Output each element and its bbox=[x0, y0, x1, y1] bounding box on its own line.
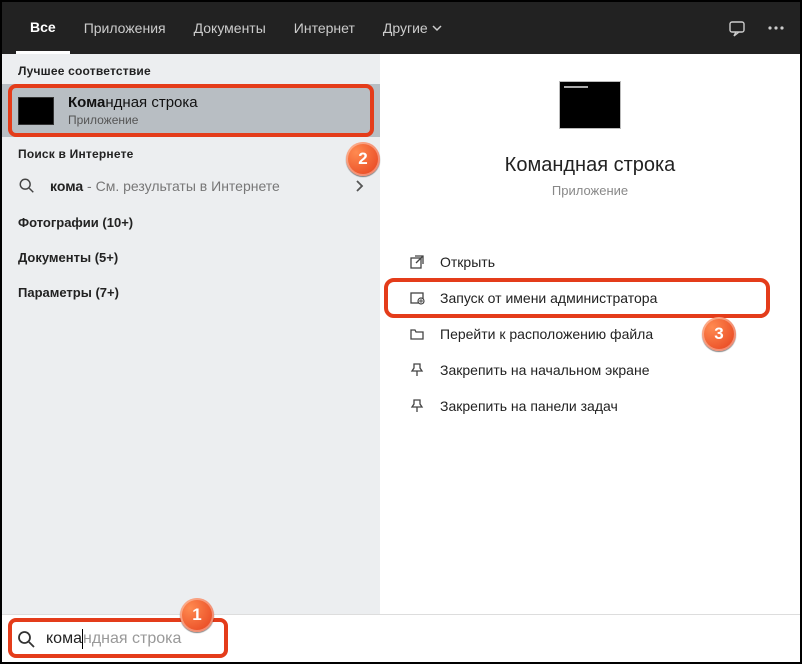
detail-title: Командная строка bbox=[505, 154, 676, 177]
action-open-file-location[interactable]: Перейти к расположению файла bbox=[386, 316, 794, 352]
detail-actions: Открыть Запуск от имени администратора П… bbox=[380, 244, 800, 424]
group-photos[interactable]: Фотографии (10+) bbox=[2, 205, 380, 240]
group-settings[interactable]: Параметры (7+) bbox=[2, 275, 380, 310]
chevron-right-icon bbox=[354, 179, 364, 193]
results-pane: Лучшее соответствие Командная строка При… bbox=[2, 54, 380, 614]
action-label: Перейти к расположению файла bbox=[440, 326, 653, 342]
action-label: Закрепить на панели задач bbox=[440, 398, 618, 414]
command-prompt-large-icon bbox=[560, 82, 620, 128]
web-query: кома - См. результаты в Интернете bbox=[50, 178, 280, 194]
action-pin-to-taskbar[interactable]: Закрепить на панели задач bbox=[386, 388, 794, 424]
tab-label: Все bbox=[30, 19, 56, 35]
group-documents[interactable]: Документы (5+) bbox=[2, 240, 380, 275]
action-label: Закрепить на начальном экране bbox=[440, 362, 650, 378]
action-open[interactable]: Открыть bbox=[386, 244, 794, 280]
tab-label: Интернет bbox=[294, 20, 355, 36]
content-area: Лучшее соответствие Командная строка При… bbox=[2, 54, 800, 614]
result-command-prompt[interactable]: Командная строка Приложение bbox=[2, 84, 380, 137]
tab-more[interactable]: Другие bbox=[369, 2, 456, 54]
section-label-best-match: Лучшее соответствие bbox=[2, 54, 380, 84]
top-bar: Все Приложения Документы Интернет Другие bbox=[2, 2, 800, 54]
action-label: Открыть bbox=[440, 254, 495, 270]
open-location-icon bbox=[408, 325, 426, 343]
detail-pane: Командная строка Приложение Открыть Запу… bbox=[380, 54, 800, 614]
tab-apps[interactable]: Приложения bbox=[70, 2, 180, 54]
action-pin-to-start[interactable]: Закрепить на начальном экране bbox=[386, 352, 794, 388]
pin-start-icon bbox=[408, 361, 426, 379]
search-icon bbox=[18, 177, 36, 195]
search-input[interactable]: командная строка bbox=[46, 629, 786, 649]
action-label: Запуск от имени администратора bbox=[440, 290, 657, 306]
tab-all[interactable]: Все bbox=[16, 2, 70, 54]
tab-documents[interactable]: Документы bbox=[180, 2, 280, 54]
result-subtitle: Приложение bbox=[68, 113, 198, 127]
pin-taskbar-icon bbox=[408, 397, 426, 415]
action-run-as-admin[interactable]: Запуск от имени администратора bbox=[386, 280, 794, 316]
open-icon bbox=[408, 253, 426, 271]
result-title: Командная строка bbox=[68, 94, 198, 111]
search-bar[interactable]: командная строка bbox=[2, 614, 800, 662]
run-as-admin-icon bbox=[408, 289, 426, 307]
feedback-icon[interactable] bbox=[728, 18, 748, 38]
result-texts: Командная строка Приложение bbox=[68, 94, 198, 127]
section-label-web: Поиск в Интернете bbox=[2, 137, 380, 167]
command-prompt-icon bbox=[18, 97, 54, 125]
detail-subtitle: Приложение bbox=[552, 183, 628, 198]
tab-internet[interactable]: Интернет bbox=[280, 2, 369, 54]
more-options-icon[interactable] bbox=[766, 18, 786, 38]
tab-label: Другие bbox=[383, 20, 428, 36]
web-search-row[interactable]: кома - См. результаты в Интернете bbox=[2, 167, 380, 205]
chevron-down-icon bbox=[432, 23, 442, 33]
tab-label: Приложения bbox=[84, 20, 166, 36]
search-icon bbox=[16, 629, 36, 649]
tab-label: Документы bbox=[194, 20, 266, 36]
